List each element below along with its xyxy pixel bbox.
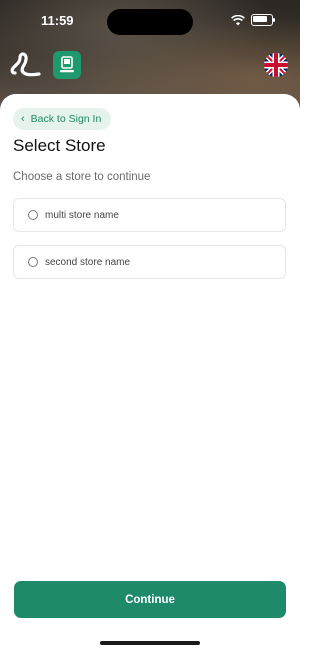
store-label: multi store name (45, 209, 119, 221)
back-to-sign-in-button[interactable]: ‹ Back to Sign In (13, 108, 112, 130)
continue-button[interactable]: Continue (14, 581, 286, 618)
status-bar: 11:59 (0, 0, 300, 44)
battery-icon (251, 14, 275, 26)
home-indicator (100, 641, 200, 645)
store-option-2[interactable]: second store name (13, 245, 286, 279)
chevron-left-icon: ‹ (21, 112, 25, 125)
radio-button[interactable] (28, 257, 38, 267)
page-subtitle: Choose a store to continue (13, 171, 151, 183)
status-icons (231, 14, 275, 26)
store-label: second store name (45, 256, 131, 268)
brand-logo-icon (10, 52, 41, 77)
back-label: Back to Sign In (30, 113, 102, 125)
kiosk-app-icon (53, 51, 81, 79)
wifi-icon (231, 14, 245, 25)
dynamic-island (107, 9, 193, 35)
uk-flag-icon[interactable] (264, 53, 288, 77)
status-time: 11:59 (41, 13, 74, 28)
radio-button[interactable] (28, 210, 38, 220)
page-title: Select Store (13, 136, 106, 155)
store-option-1[interactable]: multi store name (13, 198, 286, 232)
